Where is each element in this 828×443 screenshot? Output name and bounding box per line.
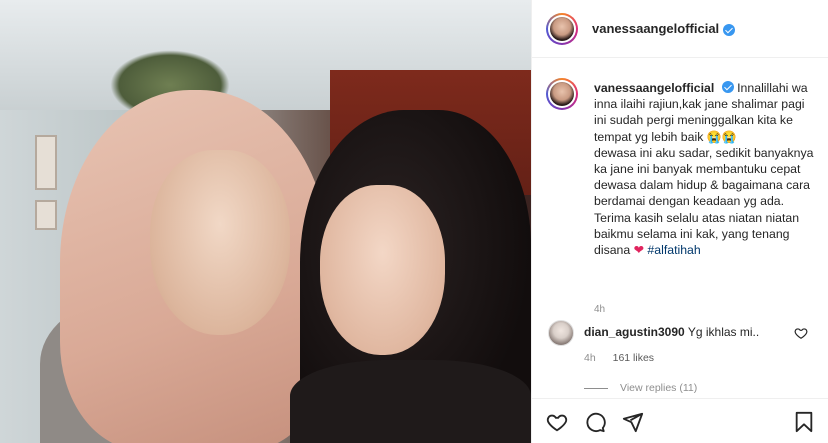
comment-meta: 4h 161 likes bbox=[584, 352, 668, 364]
bookmark-icon[interactable] bbox=[793, 411, 815, 433]
heart-emoji: ❤ bbox=[633, 243, 644, 258]
header-username[interactable]: vanessaangelofficial bbox=[592, 21, 719, 36]
caption-avatar[interactable] bbox=[546, 78, 578, 110]
post-photo[interactable] bbox=[0, 0, 531, 443]
comment-icon[interactable] bbox=[584, 411, 606, 433]
photo-sign bbox=[35, 135, 57, 190]
header-avatar[interactable] bbox=[546, 12, 578, 45]
comment-avatar[interactable] bbox=[548, 320, 574, 346]
comment-like-icon[interactable] bbox=[794, 326, 808, 340]
view-replies-divider bbox=[584, 387, 608, 389]
post-actions-bar bbox=[532, 398, 828, 443]
comment-text: dian_agustin3090 Yg ikhlas mi.. bbox=[584, 325, 784, 339]
comments-area[interactable]: vanessaangelofficial Innalillahi wa inna… bbox=[532, 58, 828, 398]
share-icon[interactable] bbox=[622, 411, 644, 433]
comment-time[interactable]: 4h bbox=[584, 352, 596, 364]
view-replies-label: View replies (11) bbox=[620, 382, 698, 394]
comment-username[interactable]: dian_agustin3090 bbox=[584, 325, 685, 339]
verified-badge-icon bbox=[723, 23, 736, 36]
caption-timestamp[interactable]: 4h bbox=[594, 304, 605, 315]
crying-emoji: 😭😭 bbox=[706, 129, 737, 144]
caption-body-2: dewasa ini aku sadar, sedikit banyaknya … bbox=[594, 145, 814, 209]
comment-body: Yg ikhlas mi.. bbox=[687, 325, 760, 339]
caption-text: vanessaangelofficial Innalillahi wa inna… bbox=[594, 80, 819, 258]
photo-person-left-face bbox=[150, 150, 290, 335]
caption-username[interactable]: vanessaangelofficial bbox=[594, 81, 714, 95]
view-replies-button[interactable]: View replies (11) bbox=[584, 382, 697, 394]
photo-sign-lower bbox=[35, 200, 57, 230]
post-header: vanessaangelofficial bbox=[532, 0, 828, 58]
comment-likes[interactable]: 161 likes bbox=[613, 352, 654, 364]
post-side-panel: vanessaangelofficial vanessaangelofficia… bbox=[531, 0, 828, 443]
photo-person-right-face bbox=[320, 185, 445, 355]
photo-person-right-body bbox=[290, 360, 531, 443]
verified-badge-icon bbox=[721, 81, 734, 93]
heart-icon[interactable] bbox=[546, 411, 568, 433]
hashtag-link[interactable]: #alfatihah bbox=[647, 243, 700, 257]
